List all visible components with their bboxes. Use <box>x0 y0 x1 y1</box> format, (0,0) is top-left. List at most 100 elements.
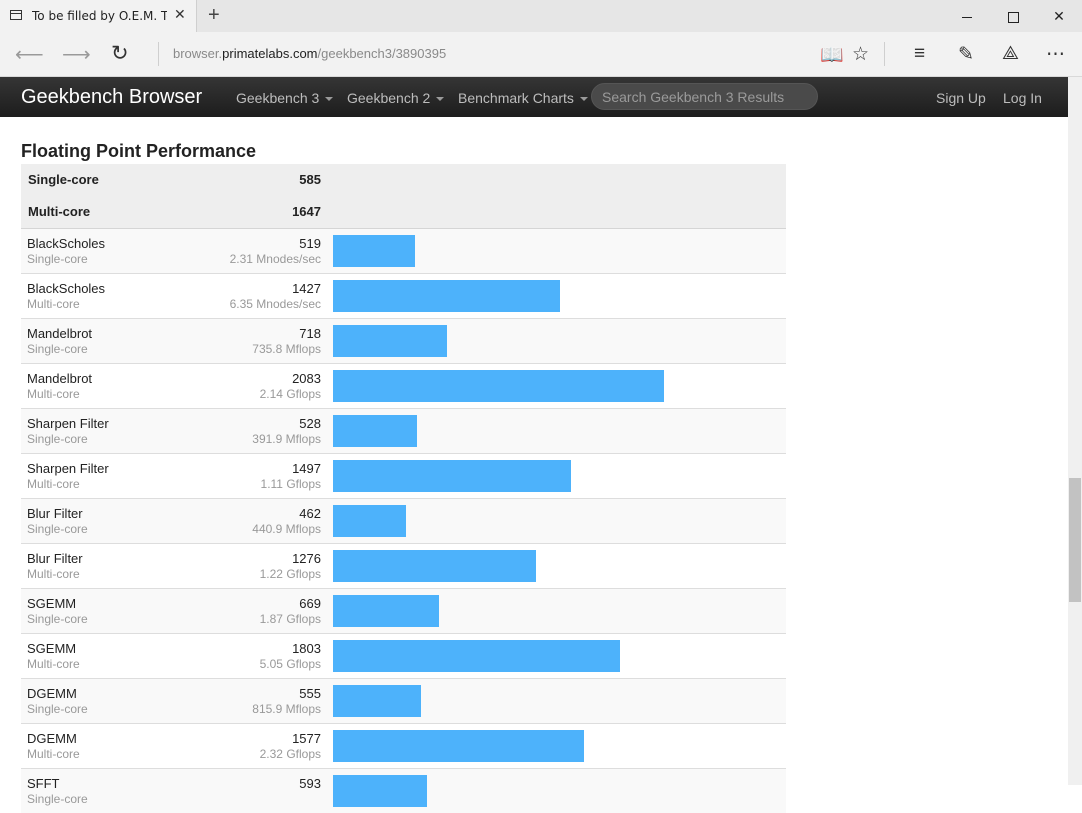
menu-label: Geekbench 3 <box>236 90 320 106</box>
summary-label: Single-core <box>28 172 99 187</box>
scrollbar-track[interactable] <box>1068 77 1082 785</box>
site-brand[interactable]: Geekbench Browser <box>21 86 202 109</box>
sign-up-link[interactable]: Sign Up <box>936 90 986 106</box>
benchmark-score: 1803 <box>292 641 321 656</box>
score-bar <box>333 235 415 267</box>
benchmark-name: BlackScholes <box>27 281 106 296</box>
table-row: BlackScholes Single-core 519 2.31 Mnodes/se… <box>21 228 786 273</box>
score-bar <box>333 325 447 357</box>
chevron-down-icon <box>436 97 445 102</box>
benchmark-rate: 440.9 Mflops <box>252 522 321 536</box>
hub-icon[interactable]: ≡ <box>914 43 925 65</box>
benchmark-name: DGEMM <box>27 731 77 746</box>
benchmark-name: BlackScholes <box>27 236 106 251</box>
benchmark-rate: 2.31 Mnodes/sec <box>229 252 321 266</box>
back-icon[interactable]: ⟵ <box>15 42 44 67</box>
minimize-icon[interactable] <box>944 0 990 32</box>
benchmark-name: Sharpen Filter <box>27 461 109 476</box>
score-bar <box>333 280 560 312</box>
benchmark-mode: Single-core <box>27 702 88 716</box>
maximize-icon[interactable] <box>990 0 1036 32</box>
close-icon[interactable]: ✕ <box>174 6 186 23</box>
benchmark-score: 1427 <box>292 281 321 296</box>
table-row: SGEMM Single-core 669 1.87 Gflops <box>21 588 786 633</box>
benchmark-name: DGEMM <box>27 686 77 701</box>
table-row: Blur Filter Single-core 462 440.9 Mflops <box>21 498 786 543</box>
address-toolbar: ⟵ ⟶ ↻ browser.primatelabs.com/geekbench3… <box>0 32 1082 77</box>
table-row: Blur Filter Multi-core 1276 1.22 Gflops <box>21 543 786 588</box>
benchmark-score: 593 <box>299 776 321 791</box>
url-prefix: browser. <box>173 46 223 61</box>
table-row: DGEMM Single-core 555 815.9 Mflops <box>21 678 786 723</box>
url-path: /geekbench3/3890395 <box>317 46 447 61</box>
browser-tab[interactable]: To be filled by O.E.M. To ✕ <box>0 0 197 32</box>
address-field[interactable]: browser.primatelabs.com/geekbench3/38903… <box>173 46 446 61</box>
benchmark-rate: 391.9 Mflops <box>252 432 321 446</box>
window-close-icon[interactable]: ✕ <box>1036 0 1082 32</box>
benchmark-score: 528 <box>299 416 321 431</box>
table-row: Mandelbrot Multi-core 2083 2.14 Gflops <box>21 363 786 408</box>
benchmark-mode: Multi-core <box>27 747 80 761</box>
score-bar <box>333 505 406 537</box>
score-bar <box>333 460 571 492</box>
divider <box>158 42 159 66</box>
benchmark-rate: 735.8 Mflops <box>252 342 321 356</box>
divider <box>884 42 885 66</box>
url-domain: primatelabs.com <box>222 46 318 61</box>
refresh-icon[interactable]: ↻ <box>111 41 129 66</box>
table-row: DGEMM Multi-core 1577 2.32 Gflops <box>21 723 786 768</box>
benchmark-rate: 1.11 Gflops <box>260 477 321 491</box>
summary-value: 1647 <box>292 204 321 219</box>
score-bar <box>333 775 427 807</box>
favorite-star-icon[interactable]: ☆ <box>852 43 869 66</box>
benchmark-mode: Single-core <box>27 612 88 626</box>
chevron-down-icon <box>579 97 588 102</box>
tab-page-icon <box>10 10 22 20</box>
benchmark-mode: Single-core <box>27 252 88 266</box>
log-in-link[interactable]: Log In <box>1003 90 1042 106</box>
score-bar <box>333 550 536 582</box>
score-bar <box>333 640 620 672</box>
menu-geekbench2[interactable]: Geekbench 2 <box>347 90 445 106</box>
benchmark-mode: Multi-core <box>27 657 80 671</box>
summary-row: Multi-core 1647 <box>21 196 786 228</box>
scrollbar-thumb[interactable] <box>1069 478 1081 602</box>
menu-geekbench3[interactable]: Geekbench 3 <box>236 90 334 106</box>
benchmark-rate: 2.32 Gflops <box>259 747 321 761</box>
benchmark-rate: 5.05 Gflops <box>259 657 321 671</box>
forward-icon[interactable]: ⟶ <box>62 42 91 67</box>
more-icon[interactable]: ⋯ <box>1046 43 1065 66</box>
table-row: SFFT Single-core 593 <box>21 768 786 813</box>
table-row: Mandelbrot Single-core 718 735.8 Mflops <box>21 318 786 363</box>
benchmark-name: Blur Filter <box>27 506 83 521</box>
summary-value: 585 <box>299 172 321 187</box>
benchmark-rate: 6.35 Mnodes/sec <box>229 297 321 311</box>
score-bar <box>333 595 439 627</box>
chevron-down-icon <box>325 97 334 102</box>
web-note-icon[interactable]: ✎ <box>958 43 974 66</box>
menu-label: Benchmark Charts <box>458 90 574 106</box>
benchmark-rate: 2.14 Gflops <box>259 387 321 401</box>
benchmark-rows: BlackScholes Single-core 519 2.31 Mnodes/se… <box>21 228 786 813</box>
menu-benchmark-charts[interactable]: Benchmark Charts <box>458 90 588 106</box>
benchmark-rate: 1.87 Gflops <box>259 612 321 626</box>
benchmark-name: Mandelbrot <box>27 371 93 386</box>
benchmark-name: Mandelbrot <box>27 326 93 341</box>
search-input[interactable] <box>591 83 818 110</box>
benchmark-mode: Single-core <box>27 792 88 806</box>
site-navbar: Geekbench Browser Geekbench 3 Geekbench … <box>0 77 1068 117</box>
reading-view-icon[interactable]: 📖 <box>820 43 844 67</box>
score-bar <box>333 370 664 402</box>
benchmark-mode: Single-core <box>27 432 88 446</box>
benchmark-name: SGEMM <box>27 641 77 656</box>
benchmark-mode: Single-core <box>27 522 88 536</box>
benchmark-score: 519 <box>299 236 321 251</box>
score-bar <box>333 685 421 717</box>
new-tab-icon[interactable]: + <box>208 4 220 27</box>
benchmark-name: SFFT <box>27 776 60 791</box>
share-icon[interactable]: ⟁ <box>1002 43 1019 65</box>
benchmark-score: 718 <box>299 326 321 341</box>
benchmark-mode: Multi-core <box>27 297 80 311</box>
score-bar <box>333 730 584 762</box>
menu-label: Geekbench 2 <box>347 90 431 106</box>
